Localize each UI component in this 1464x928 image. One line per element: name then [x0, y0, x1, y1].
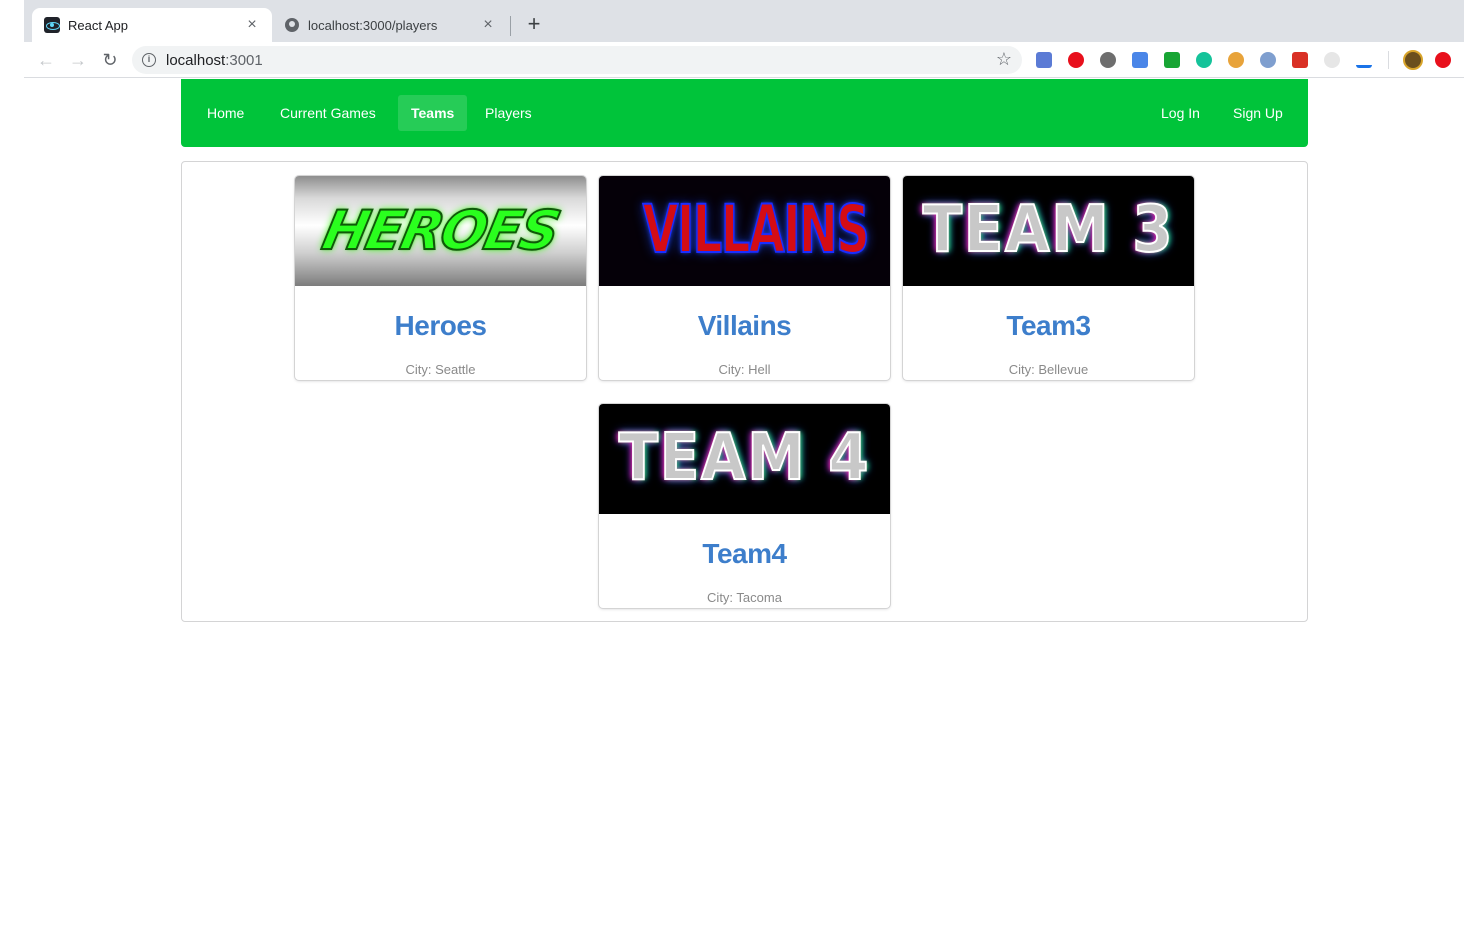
team-logo-image: VILLAINS: [599, 176, 890, 286]
forward-button[interactable]: →: [66, 48, 90, 72]
team-logo-image: HEROES: [295, 176, 586, 286]
team-card-team3[interactable]: TEAM 3 Team3 City: Bellevue: [903, 176, 1194, 380]
logo-text: HEROES: [316, 198, 565, 263]
teams-panel: HEROES Heroes City: Seattle VILLAINS Vil…: [181, 161, 1308, 622]
reload-button[interactable]: ↻: [98, 48, 122, 72]
toolbar-divider: [1388, 51, 1389, 69]
puzzle-extension-icon[interactable]: [1292, 52, 1308, 68]
opera-extension-icon[interactable]: [1068, 52, 1084, 68]
team-name[interactable]: Team3: [903, 310, 1194, 342]
tab-strip: React App × localhost:3000/players × +: [24, 0, 1464, 42]
browser-toolbar: ← → ↻ i localhost:3001 ☆: [24, 42, 1464, 78]
close-icon[interactable]: ×: [244, 17, 260, 33]
grammarly-extension-icon[interactable]: [1196, 52, 1212, 68]
cookie-extension-icon[interactable]: [1228, 52, 1244, 68]
team-city: City: Seattle: [405, 362, 476, 377]
close-icon[interactable]: ×: [480, 17, 496, 33]
globe-icon: [284, 17, 300, 33]
profile-avatar[interactable]: [1403, 50, 1423, 70]
tab-divider: [510, 16, 511, 36]
team-card-villains[interactable]: VILLAINS Villains City: Hell: [599, 176, 890, 380]
tab-players[interactable]: localhost:3000/players ×: [272, 8, 508, 42]
feather-extension-icon[interactable]: [1260, 52, 1276, 68]
team-name[interactable]: Team4: [599, 538, 890, 570]
bookmark-star-icon[interactable]: ☆: [996, 49, 1012, 70]
nav-home[interactable]: Home: [194, 95, 257, 131]
team-logo-image: TEAM 4: [599, 404, 890, 514]
nav-teams[interactable]: Teams: [398, 95, 468, 131]
main-navbar: Home Current Games Teams Players Log In …: [181, 79, 1308, 147]
logo-text: TEAM 4: [618, 420, 871, 496]
info-icon[interactable]: i: [142, 53, 156, 67]
checkmark-extension-icon[interactable]: [1164, 52, 1180, 68]
logo-text: TEAM 3: [922, 192, 1175, 268]
vue-extension-icon[interactable]: [1356, 52, 1372, 68]
address-bar[interactable]: i localhost:3001 ☆: [132, 46, 1022, 74]
tab-react-app[interactable]: React App ×: [32, 8, 272, 42]
translate-extension-icon[interactable]: [1132, 52, 1148, 68]
team-name[interactable]: Villains: [599, 310, 890, 342]
team-logo-image: TEAM 3: [903, 176, 1194, 286]
extensions-bar: [1036, 50, 1451, 70]
logo-text: VILLAINS: [642, 190, 870, 269]
team-card-heroes[interactable]: HEROES Heroes City: Seattle: [295, 176, 586, 380]
team-card-team4[interactable]: TEAM 4 Team4 City: Tacoma: [599, 404, 890, 608]
team-city: City: Bellevue: [1008, 362, 1089, 377]
url-port: :3001: [225, 51, 263, 69]
url-host: localhost: [166, 51, 226, 69]
react-icon: [44, 17, 60, 33]
nav-sign-up[interactable]: Sign Up: [1220, 95, 1296, 131]
back-button[interactable]: ←: [34, 48, 58, 72]
update-icon[interactable]: [1435, 52, 1451, 68]
team-city: City: Tacoma: [707, 590, 782, 605]
world-extension-icon[interactable]: [1100, 52, 1116, 68]
window-edge: [0, 0, 24, 928]
nav-current-games[interactable]: Current Games: [267, 95, 389, 131]
camera-extension-icon[interactable]: [1036, 52, 1052, 68]
team-name[interactable]: Heroes: [295, 310, 586, 342]
timer-extension-icon[interactable]: [1324, 52, 1340, 68]
nav-players[interactable]: Players: [472, 95, 545, 131]
new-tab-button[interactable]: +: [522, 12, 546, 36]
tab-title: localhost:3000/players: [308, 17, 438, 33]
nav-log-in[interactable]: Log In: [1148, 95, 1213, 131]
tab-title: React App: [68, 17, 128, 33]
team-city: City: Hell: [718, 362, 771, 377]
